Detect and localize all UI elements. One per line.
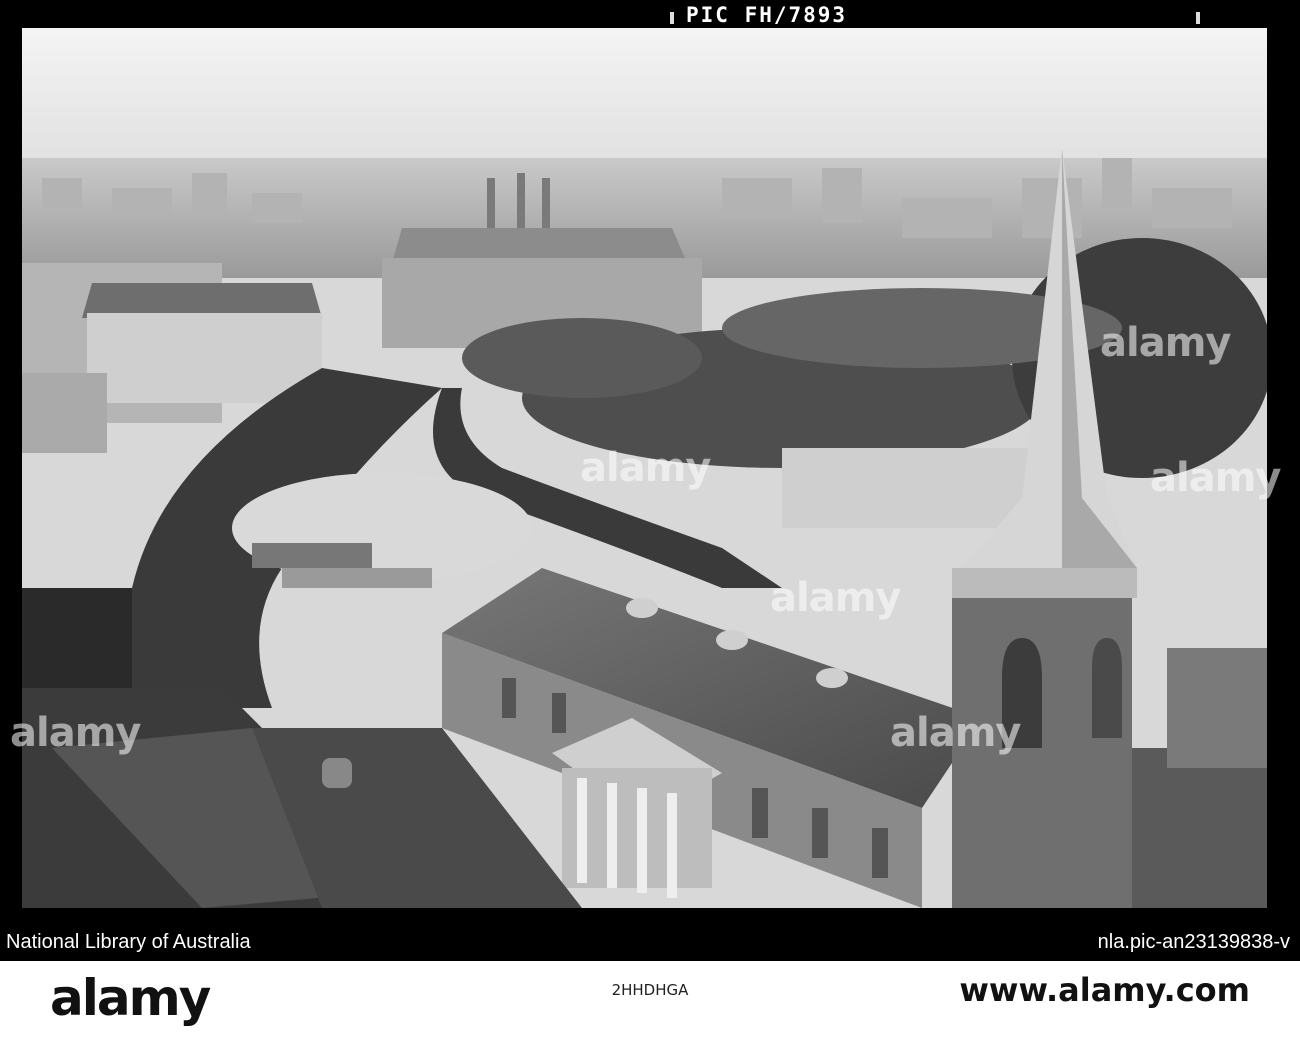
- alamy-url[interactable]: www.alamy.com: [959, 971, 1250, 1009]
- caption-bar: National Library of Australia nla.pic-an…: [0, 925, 1300, 961]
- aerial-photograph: [22, 28, 1267, 908]
- frame-tick: [670, 12, 674, 24]
- frame-tick: [1196, 12, 1200, 24]
- stock-footer: alamy 2HHDHGA www.alamy.com: [0, 961, 1300, 1047]
- caption-source: National Library of Australia: [6, 931, 251, 953]
- photo-scene: [22, 28, 1267, 908]
- negative-frame: PIC FH/7893: [0, 0, 1300, 925]
- negative-label: PIC FH/7893: [686, 3, 848, 27]
- caption-identifier: nla.pic-an23139838-v: [1097, 931, 1290, 953]
